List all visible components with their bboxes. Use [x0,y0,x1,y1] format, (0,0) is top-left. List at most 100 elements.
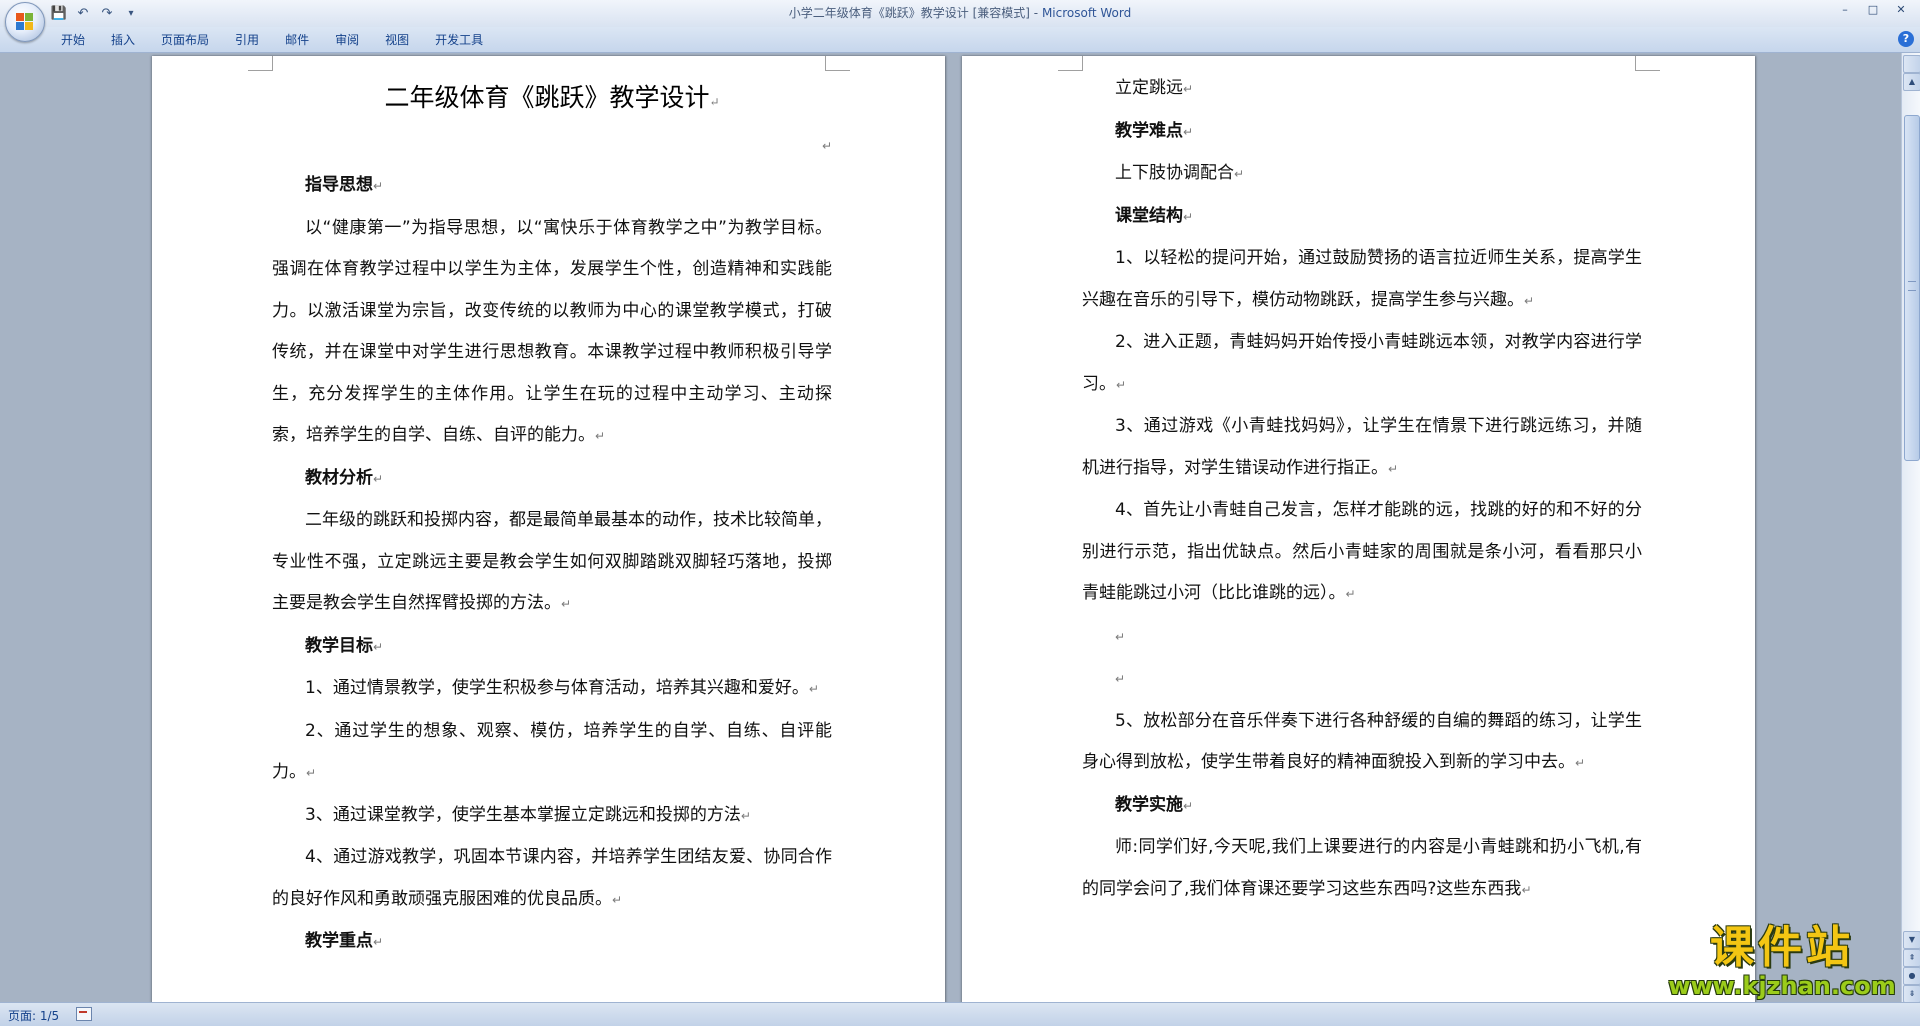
page-count-status[interactable]: 页面: 1/5 [8,1007,59,1024]
body-paragraph: 上下肢协调配合↵ [1082,153,1642,196]
paragraph-text: 1、通过情景教学，使学生积极参与体育活动，培养其兴趣和爱好。 [305,678,809,698]
tab-page-layout[interactable]: 页面布局 [148,31,222,49]
paragraph-mark: ↵ [1183,798,1194,813]
title-separator: - [1029,6,1042,20]
paragraph-mark: ↵ [561,597,572,611]
document-heading-text: 二年级体育《跳跃》教学设计 [384,83,710,112]
tab-home[interactable]: 开始 [48,31,98,49]
paragraph-mark: ↵ [1115,672,1126,686]
status-bar: 页面: 1/5 [0,1002,1920,1026]
paragraph-text: 教学实施 [1115,794,1183,815]
paragraph-mark: ↵ [373,179,384,193]
document-heading: 二年级体育《跳跃》教学设计↵ [272,72,832,124]
scroll-down-icon[interactable]: ▼ [1903,931,1920,949]
select-browse-object-icon[interactable]: ● [1903,967,1920,985]
page-right[interactable]: 立定跳远↵ 教学难点↵ 上下肢协调配合↵ 课堂结构↵ 1、以轻松的提问开始，通过鼓励赞扬… [962,56,1755,1002]
paragraph-text: 指导思想 [305,175,373,195]
section-heading: 指导思想↵ [272,165,832,208]
proofing-icon[interactable] [76,1007,92,1021]
paragraph-mark: ↵ [1345,587,1356,601]
vertical-scrollbar[interactable]: ▲ ▼ ⇞ ● ⇟ [1901,53,1920,1003]
scroll-thumb[interactable] [1904,115,1920,461]
paragraph-mark: ↵ [821,139,832,153]
body-paragraph: 4、通过游戏教学，巩固本节课内容，并培养学生团结友爱、协同合作的良好作风和勇敢顽… [272,837,832,921]
paragraph-text: 3、通过课堂教学，使学生基本掌握立定跳远和投掷的方法 [305,804,741,825]
paragraph-text: 教学难点 [1115,120,1183,141]
paragraph-mark: ↵ [808,682,819,696]
paragraph-text: 2、进入正题，青蛙妈妈开始传授小青蛙跳远本领，对教学内容进行学习。 [1082,332,1642,394]
page-left[interactable]: 二年级体育《跳跃》教学设计↵ ↵ 指导思想↵ 以“健康第一”为指导思想，以“寓快乐… [152,56,945,1002]
body-paragraph: 5、放松部分在音乐伴奏下进行各种舒缓的自编的舞蹈的练习，让学生身心得到放松，使学… [1082,701,1642,785]
section-heading: 教材分析↵ [272,458,832,501]
tab-view[interactable]: 视图 [372,31,422,49]
paragraph-mark: ↵ [1115,629,1126,644]
paragraph-mark: ↵ [740,808,751,823]
crop-mark [1058,56,1083,71]
previous-page-icon[interactable]: ⇞ [1903,949,1920,967]
empty-paragraph: ↵ [1082,658,1642,701]
body-paragraph: 以“健康第一”为指导思想，以“寓快乐于体育教学之中”为教学目标。强调在体育教学过… [272,208,832,458]
paragraph-mark: ↵ [1183,209,1194,224]
body-paragraph: 3、通过游戏《小青蛙找妈妈》，让学生在情景下进行跳远练习，并随机进行指导，对学生… [1082,406,1642,490]
watermark-url: www.kjzhan.com [1668,972,1896,1000]
paragraph-mark: ↵ [373,935,384,949]
window-controls: – □ ✕ [1832,1,1914,18]
body-paragraph: 二年级的跳跃和投掷内容，都是最简单最基本的动作，技术比较简单，专业性不强，立定跳… [272,500,832,626]
section-heading: 教学难点↵ [1082,111,1642,154]
body-paragraph: 1、通过情景教学，使学生积极参与体育活动，培养其兴趣和爱好。↵ [272,668,832,711]
scroll-grip [1908,281,1916,291]
office-logo-icon [16,13,34,31]
document-title: 小学二年级体育《跳跃》教学设计 [兼容模式] [788,6,1030,20]
office-button[interactable] [5,2,45,42]
body-paragraph: 1、以轻松的提问开始，通过鼓励赞扬的语言拉近师生关系，提高学生兴趣在音乐的引导下… [1082,238,1642,322]
body-paragraph: 4、首先让小青蛙自己发言，怎样才能跳的远，找跳的好的和不好的分别进行示范，指出优… [1082,490,1642,616]
paragraph-mark: ↵ [1521,882,1532,897]
next-page-icon[interactable]: ⇟ [1903,985,1920,1003]
paragraph-text: 2、通过学生的想象、观察、模仿，培养学生的自学、自练、自评能力。 [272,720,832,783]
tab-insert[interactable]: 插入 [98,31,148,49]
scroll-up-icon[interactable]: ▲ [1903,73,1920,91]
paragraph-text: 3、通过游戏《小青蛙找妈妈》，让学生在情景下进行跳远练习，并随机进行指导，对学生… [1082,416,1642,478]
crop-mark [248,56,273,71]
paragraph-text: 教材分析 [305,467,373,488]
tab-developer[interactable]: 开发工具 [422,31,496,49]
watermark-logo: 课件站 [1710,922,1854,973]
section-heading: 课堂结构↵ [1082,196,1642,239]
tab-review[interactable]: 审阅 [322,31,372,49]
body-paragraph: 2、进入正题，青蛙妈妈开始传授小青蛙跳远本领，对教学内容进行学习。↵ [1082,322,1642,406]
maximize-button[interactable]: □ [1860,1,1886,18]
paragraph-mark: ↵ [709,95,720,109]
paragraph-mark: ↵ [373,471,384,486]
ribbon-tab-bar: 开始 插入 页面布局 引用 邮件 审阅 视图 开发工具 ? [0,27,1920,53]
minimize-button[interactable]: – [1832,1,1858,18]
paragraph-mark: ↵ [612,892,623,907]
paragraph-mark: ↵ [1524,293,1535,308]
paragraph-text: 4、首先让小青蛙自己发言，怎样才能跳的远，找跳的好的和不好的分别进行示范，指出优… [1082,500,1642,603]
paragraph-text: 以“健康第一”为指导思想，以“寓快乐于体育教学之中”为教学目标。强调在体育教学过… [272,217,832,446]
right-page-content: 立定跳远↵ 教学难点↵ 上下肢协调配合↵ 课堂结构↵ 1、以轻松的提问开始，通过鼓励赞扬… [1082,56,1642,911]
close-button[interactable]: ✕ [1888,1,1914,18]
body-paragraph: 2、通过学生的想象、观察、模仿，培养学生的自学、自练、自评能力。↵ [272,711,832,795]
paragraph-text: 上下肢协调配合 [1115,163,1234,183]
paragraph-text: 教学重点 [305,931,373,951]
paragraph-mark: ↵ [1388,461,1399,476]
tab-mailings[interactable]: 邮件 [272,31,322,49]
ruler-toggle-icon[interactable] [1903,55,1920,73]
body-paragraph: 立定跳远↵ [1082,68,1642,111]
section-heading: 教学重点↵ [272,921,832,964]
title-bar: 💾 ↶ ↷ ▾ 小学二年级体育《跳跃》教学设计 [兼容模式] - Microso… [0,0,1920,27]
paragraph-mark: ↵ [306,766,317,780]
site-watermark: 课件站 www.kjzhan.com [1662,923,1902,1005]
section-heading: 教学实施↵ [1082,785,1642,828]
paragraph-text: 立定跳远 [1115,78,1183,98]
paragraph-mark: ↵ [1116,377,1127,392]
paragraph-mark: ↵ [1183,82,1194,96]
paragraph-mark: ↵ [1234,167,1245,181]
empty-paragraph: ↵ [1082,616,1642,659]
body-paragraph: 3、通过课堂教学，使学生基本掌握立定跳远和投掷的方法↵ [272,795,832,838]
paragraph-mark: ↵ [595,429,606,443]
help-icon[interactable]: ? [1898,31,1914,47]
paragraph-text: 教学目标 [305,635,373,656]
tab-references[interactable]: 引用 [222,31,272,49]
ribbon-tabs: 开始 插入 页面布局 引用 邮件 审阅 视图 开发工具 [48,31,496,49]
